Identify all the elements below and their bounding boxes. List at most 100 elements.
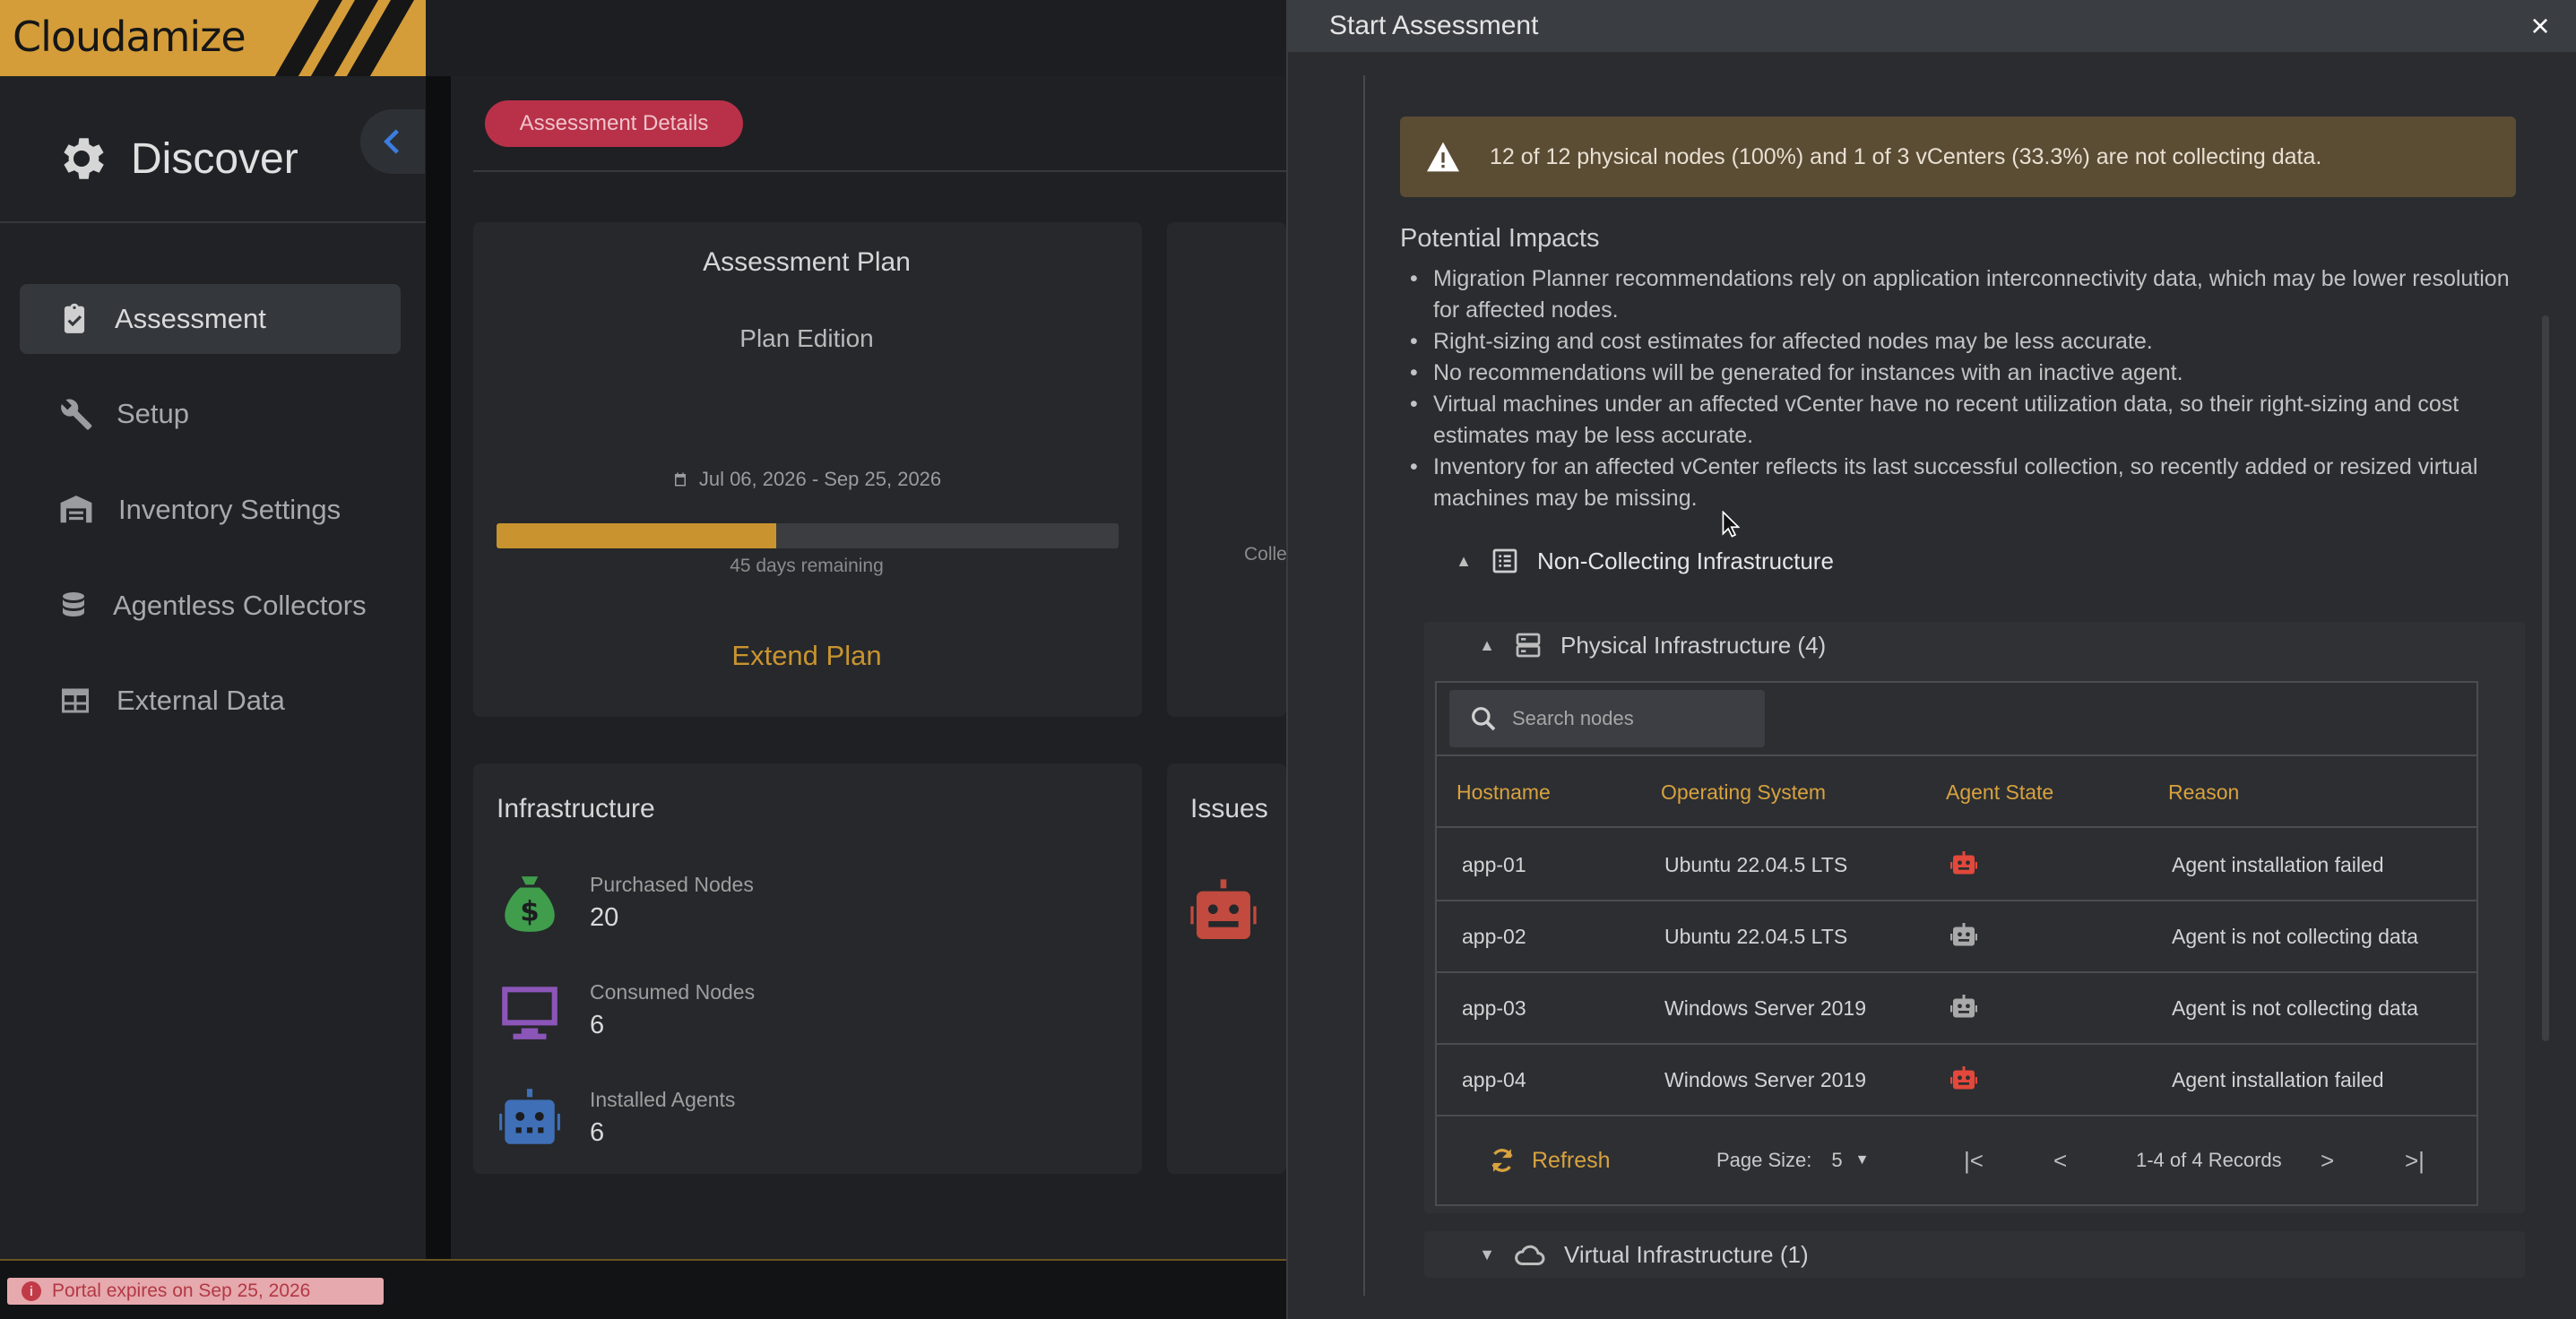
cell-operating-system: Windows Server 2019	[1664, 996, 1866, 1020]
sidebar-title: Discover	[131, 134, 298, 183]
cell-hostname: app-04	[1462, 1067, 1526, 1091]
sidebar-item-label: Assessment	[115, 303, 266, 334]
sidebar-collapse-button[interactable]	[360, 109, 425, 174]
tree-node-physical[interactable]: ▲ Physical Infrastructure (4)	[1478, 627, 1826, 663]
tab-assessment-details[interactable]: Assessment Details	[485, 100, 743, 147]
stat-value: 6	[590, 1011, 605, 1039]
app-root: Cloudamize Discover Assessment Setup Inv…	[0, 0, 2576, 1319]
impact-item: Right-sizing and cost estimates for affe…	[1410, 326, 2530, 358]
start-assessment-modal: Start Assessment × 12 of 12 physical nod…	[1286, 0, 2576, 1319]
cell-hostname: app-02	[1462, 924, 1526, 948]
cell-hostname: app-03	[1462, 996, 1526, 1020]
column-header-hostname[interactable]: Hostname	[1457, 758, 1551, 826]
cell-reason: Agent installation failed	[2172, 1067, 2384, 1091]
plan-title: Assessment Plan	[703, 247, 911, 277]
infrastructure-title: Infrastructure	[497, 794, 655, 823]
page-size-value: 5	[1831, 1149, 1843, 1171]
robot-icon	[499, 1089, 560, 1144]
sidebar-item-agentless-collectors[interactable]: Agentless Collectors	[20, 571, 401, 641]
chevron-left-icon	[384, 129, 399, 154]
issues-card	[1167, 763, 1286, 1174]
issues-title: Issues	[1190, 794, 1268, 823]
stat-label: Installed Agents	[590, 1088, 736, 1111]
robot-icon	[1948, 901, 1980, 971]
sidebar-item-assessment[interactable]: Assessment	[20, 284, 401, 354]
sidebar-item-label: Agentless Collectors	[113, 590, 367, 621]
sidebar-header: Discover	[54, 130, 298, 187]
warning-text: 12 of 12 physical nodes (100%) and 1 of …	[1490, 143, 2322, 169]
collection-card-label: Colle	[1244, 544, 1287, 565]
plan-dates: Jul 06, 2026 - Sep 25, 2026	[475, 468, 1138, 491]
modal-scrollbar[interactable]	[2542, 315, 2549, 1041]
chevron-down-icon: ▼	[1854, 1152, 1870, 1168]
page-size-label: Page Size:	[1716, 1149, 1812, 1171]
caret-up-icon: ▲	[1456, 551, 1472, 570]
impact-item: Inventory for an affected vCenter reflec…	[1410, 452, 2530, 514]
table-icon	[62, 688, 89, 713]
nodes-grid: Hostname Operating System Agent State Re…	[1435, 681, 2478, 1206]
table-row[interactable]: app-02 Ubuntu 22.04.5 LTS Agent is not col…	[1437, 901, 2477, 973]
sidebar-divider	[0, 221, 426, 223]
caret-up-icon: ▲	[1479, 635, 1495, 654]
tree-node-virtual[interactable]: ▼ Virtual Infrastructure (1)	[1478, 1237, 1809, 1272]
search-box[interactable]	[1449, 690, 1765, 747]
stat-label: Purchased Nodes	[590, 873, 754, 896]
plan-progress-bar	[497, 523, 1119, 548]
plan-days-remaining: 45 days remaining	[730, 556, 884, 576]
calendar-icon	[674, 472, 686, 487]
close-icon[interactable]: ×	[2523, 7, 2557, 44]
search-input[interactable]	[1512, 707, 1745, 730]
cell-reason: Agent is not collecting data	[2172, 924, 2418, 948]
previous-page-icon[interactable]: <	[2053, 1147, 2067, 1175]
tree-node-non-collecting[interactable]: ▲ Non-Collecting Infrastructure	[1455, 543, 1834, 579]
search-icon	[1472, 707, 1496, 731]
sidebar-item-inventory-settings[interactable]: Inventory Settings	[20, 475, 401, 545]
impact-item: Virtual machines under an affected vCent…	[1410, 389, 2530, 452]
robot-icon	[1948, 1045, 1980, 1115]
sidebar-item-label: External Data	[117, 685, 285, 716]
robot-icon	[1948, 973, 1980, 1043]
table-row[interactable]: app-04 Windows Server 2019 Agent installat…	[1437, 1045, 2477, 1116]
grid-header: Hostname Operating System Agent State Re…	[1437, 758, 2477, 828]
column-header-reason[interactable]: Reason	[2168, 758, 2239, 826]
table-row[interactable]: app-03 Windows Server 2019 Agent is not co…	[1437, 973, 2477, 1045]
next-page-icon[interactable]: >	[2321, 1147, 2334, 1175]
database-icon	[63, 592, 84, 616]
consumed-nodes-stat: Consumed Nodes 6	[497, 978, 1034, 1050]
records-count: 1-4 of 4 Records	[2136, 1149, 2282, 1171]
modal-title: Start Assessment	[1329, 11, 1539, 40]
plan-edition: Plan Edition	[739, 324, 874, 352]
top-bar	[426, 0, 1286, 76]
cell-operating-system: Ubuntu 22.04.5 LTS	[1664, 924, 1848, 948]
table-row[interactable]: app-01 Ubuntu 22.04.5 LTS Agent installati…	[1437, 830, 2477, 901]
sidebar-item-label: Setup	[117, 398, 190, 429]
refresh-icon	[1491, 1149, 1513, 1172]
monitor-icon	[502, 987, 558, 1039]
impacts-title: Potential Impacts	[1400, 224, 1600, 253]
extend-plan-button[interactable]: Extend Plan	[475, 640, 1138, 672]
modal-header: Start Assessment ×	[1288, 0, 2576, 52]
gear-icon	[64, 138, 104, 179]
sidebar-item-setup[interactable]: Setup	[20, 379, 401, 449]
stat-label: Consumed Nodes	[590, 980, 756, 1004]
sidebar-item-label: Inventory Settings	[118, 494, 341, 525]
first-page-icon[interactable]: |<	[1964, 1147, 1984, 1175]
warning-icon	[1427, 142, 1459, 172]
tab-underline	[473, 170, 1286, 172]
modal-left-rule	[1363, 75, 1365, 1296]
sidebar-item-external-data[interactable]: External Data	[20, 666, 401, 736]
last-page-icon[interactable]: >|	[2405, 1147, 2425, 1175]
brand-logo[interactable]: Cloudamize	[0, 0, 426, 76]
caret-down-icon: ▼	[1479, 1245, 1495, 1263]
cell-operating-system: Windows Server 2019	[1664, 1067, 1866, 1091]
cell-hostname: app-01	[1462, 852, 1526, 876]
refresh-button[interactable]: Refresh	[1487, 1145, 1611, 1176]
tree-node-label: Virtual Infrastructure (1)	[1564, 1240, 1809, 1268]
info-icon: i	[22, 1281, 41, 1301]
cloud-icon	[1515, 1245, 1545, 1265]
column-header-agent-state[interactable]: Agent State	[1946, 758, 2053, 826]
cell-operating-system: Ubuntu 22.04.5 LTS	[1664, 852, 1848, 876]
page-size-select[interactable]: 5 ▼	[1831, 1149, 1869, 1172]
installed-agents-stat: Installed Agents 6	[497, 1086, 1034, 1158]
column-header-operating-system[interactable]: Operating System	[1661, 758, 1826, 826]
